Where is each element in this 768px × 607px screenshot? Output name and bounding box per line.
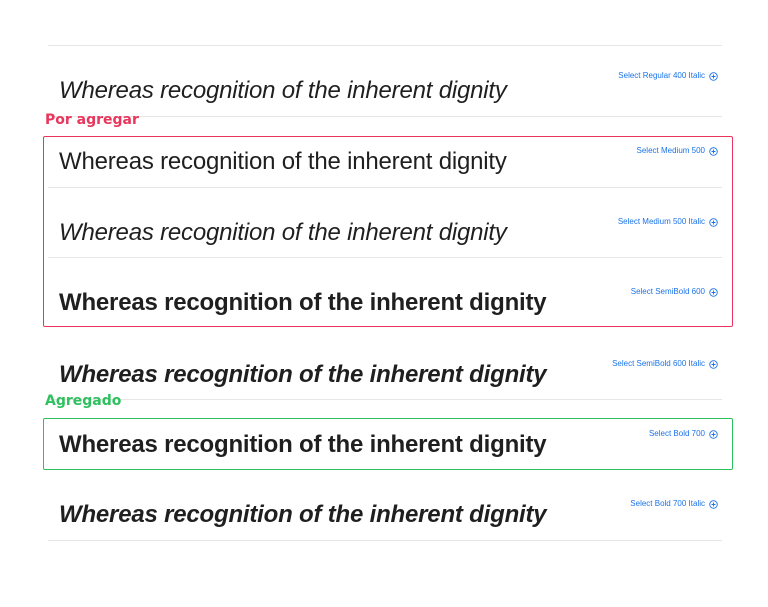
plus-circle-icon (709, 146, 718, 156)
bottom-divider (48, 540, 722, 541)
font-style-row-regular-400-italic: Whereas recognition of the inherent dign… (48, 46, 722, 116)
select-style-label: Select Regular 400 Italic (618, 71, 705, 80)
select-style-label: Select SemiBold 600 (630, 287, 705, 296)
font-sample-text: Whereas recognition of the inherent dign… (59, 431, 547, 458)
select-style-button[interactable]: Select Regular 400 Italic (618, 70, 718, 82)
select-style-button[interactable]: Select SemiBold 600 (631, 286, 718, 298)
added-annotation-label: Agregado (45, 393, 122, 409)
plus-circle-icon (709, 287, 718, 297)
select-style-button[interactable]: Select SemiBold 600 Italic (612, 358, 718, 370)
font-style-row-medium-500: Whereas recognition of the inherent dign… (48, 117, 722, 187)
font-sample-text: Whereas recognition of the inherent dign… (59, 501, 547, 528)
font-style-row-bold-700: Whereas recognition of the inherent dign… (48, 400, 722, 470)
select-style-button[interactable]: Select Medium 500 Italic (618, 216, 718, 228)
font-style-row-bold-700-italic: Whereas recognition of the inherent dign… (48, 470, 722, 540)
font-sample-text: Whereas recognition of the inherent dign… (59, 77, 507, 104)
plus-circle-icon (709, 499, 718, 509)
font-sample-text: Whereas recognition of the inherent dign… (59, 361, 547, 388)
font-sample-text: Whereas recognition of the inherent dign… (59, 219, 507, 246)
pending-annotation-label: Por agregar (45, 112, 139, 128)
select-style-label: Select Medium 500 Italic (617, 217, 705, 226)
font-style-row-semibold-600: Whereas recognition of the inherent dign… (48, 258, 722, 328)
font-style-row-medium-500-italic: Whereas recognition of the inherent dign… (48, 188, 722, 258)
font-style-row-semibold-600-italic: Whereas recognition of the inherent dign… (48, 330, 722, 400)
font-sample-text: Whereas recognition of the inherent dign… (59, 289, 547, 316)
plus-circle-icon (709, 217, 718, 227)
select-style-label: Select Medium 500 (636, 146, 705, 155)
select-style-label: Select Bold 700 (648, 429, 705, 438)
plus-circle-icon (709, 429, 718, 439)
select-style-label: Select Bold 700 Italic (630, 499, 705, 508)
select-style-label: Select SemiBold 600 Italic (612, 359, 705, 368)
select-style-button[interactable]: Select Bold 700 (649, 428, 718, 440)
select-style-button[interactable]: Select Medium 500 (637, 145, 718, 157)
select-style-button[interactable]: Select Bold 700 Italic (630, 498, 718, 510)
plus-circle-icon (709, 359, 718, 369)
plus-circle-icon (709, 71, 718, 81)
font-sample-text: Whereas recognition of the inherent dign… (59, 148, 507, 175)
